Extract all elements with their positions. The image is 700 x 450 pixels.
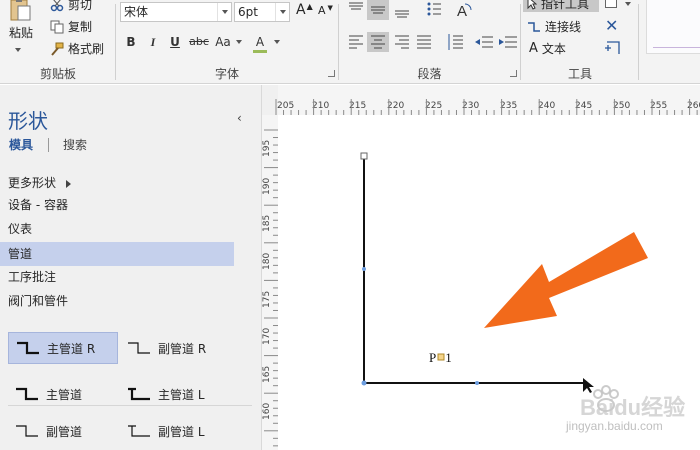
orange-arrow-annotation — [484, 232, 648, 328]
connection-point[interactable] — [361, 380, 367, 386]
shape-text-prefix: P — [429, 350, 437, 365]
shape-text-label[interactable]: P1 — [429, 350, 452, 366]
pipe-shape[interactable] — [363, 157, 586, 384]
watermark-url: jingyan.baidu.com — [566, 419, 663, 433]
connection-point[interactable] — [475, 381, 479, 385]
shape-text-suffix: 1 — [445, 350, 452, 365]
connection-point[interactable] — [362, 267, 366, 271]
watermark-brand: Baidu经验 — [580, 395, 686, 420]
endpoint-handle[interactable] — [360, 152, 368, 160]
